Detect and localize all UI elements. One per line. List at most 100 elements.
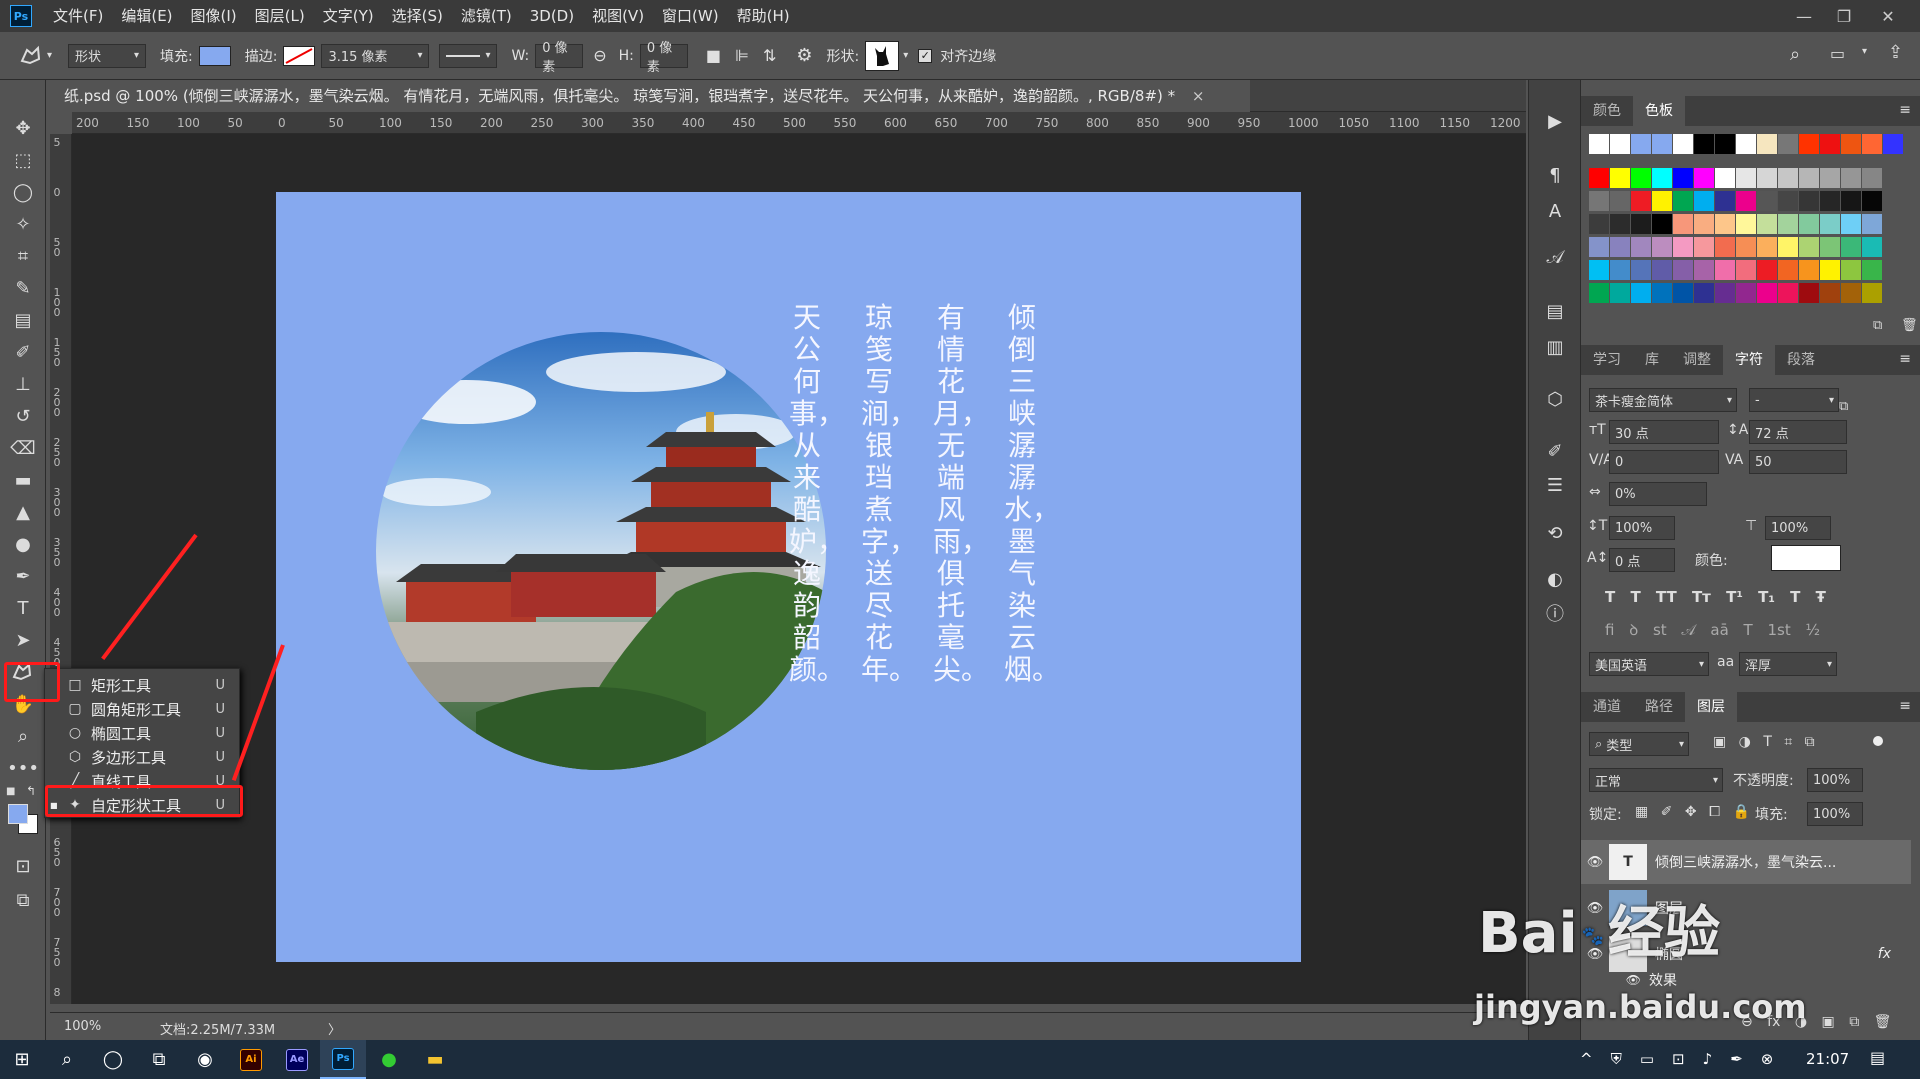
3d-icon[interactable]: ⬡	[1541, 386, 1569, 412]
color-swatch[interactable]	[1631, 283, 1651, 303]
aftereffects-app[interactable]: Ae	[274, 1040, 320, 1079]
color-swatch[interactable]	[1673, 134, 1693, 154]
color-swatch[interactable]	[1589, 237, 1609, 257]
crop-tool-icon[interactable]: ⌗	[8, 242, 38, 270]
path-operations-icon[interactable]: ■	[706, 46, 721, 65]
layer-filter-buttons[interactable]: ▣ ◑ T ⌗ ⧉	[1713, 734, 1815, 750]
move-tool-icon[interactable]: ✥	[8, 114, 38, 142]
menu-item[interactable]: 选择(S)	[383, 0, 452, 32]
document-canvas[interactable]: 倾倒三峡潺潺水，墨气染云烟。 有情花月，无端风雨，俱托毫尖。 琼笺写涧，银珰煮字…	[276, 192, 1301, 962]
stroke-width-field[interactable]: 3.15 像素 ▾	[321, 43, 430, 68]
color-swatch[interactable]	[1841, 260, 1861, 280]
tab-character[interactable]: 字符	[1723, 345, 1775, 375]
eyedropper-icon[interactable]: ✎	[8, 274, 38, 302]
color-swatch[interactable]	[1673, 214, 1693, 234]
layer-fill-field[interactable]: 100%	[1807, 802, 1863, 826]
shape-picker[interactable]	[865, 40, 900, 71]
network-icon[interactable]: ⊡	[1672, 1050, 1685, 1068]
pen-icon[interactable]: ✒	[1730, 1050, 1743, 1068]
color-swatch[interactable]	[1799, 237, 1819, 257]
search-icon[interactable]: ⌕	[44, 1040, 90, 1079]
layer-filter-select[interactable]: ⌕ 类型 ▾	[1589, 732, 1689, 756]
color-swatch[interactable]	[1820, 237, 1840, 257]
color-swatch[interactable]	[1715, 191, 1735, 211]
chrome-icon[interactable]: ◉	[182, 1040, 228, 1079]
windows-start-icon[interactable]: ⊞	[0, 1040, 44, 1079]
color-swatch[interactable]	[1778, 134, 1798, 154]
color-swatch[interactable]	[1757, 214, 1777, 234]
menu-item[interactable]: 图像(I)	[182, 0, 246, 32]
stamp-tool-icon[interactable]: ⊥	[8, 370, 38, 398]
notification-icon[interactable]: ▤	[1870, 1048, 1885, 1067]
path-arrangement-icon[interactable]: ⇅	[763, 46, 776, 65]
brush-tool-icon[interactable]: ✐	[8, 338, 38, 366]
antialias-select[interactable]: 浑厚 ▾	[1739, 652, 1837, 676]
gear-icon[interactable]: ⚙	[796, 45, 812, 66]
mode-select[interactable]: 形状 ▾	[68, 43, 147, 68]
color-swatch[interactable]	[1589, 191, 1609, 211]
color-swatch[interactable]	[1610, 237, 1630, 257]
search-icon[interactable]: ⌕	[1790, 44, 1800, 65]
notes-icon[interactable]: ▥	[1541, 334, 1569, 360]
tab-adjustments[interactable]: 调整	[1671, 345, 1723, 375]
color-swatch[interactable]	[1652, 134, 1672, 154]
tab-paragraph[interactable]: 段落	[1775, 345, 1827, 375]
kerning-field[interactable]: 0	[1609, 450, 1719, 474]
play-icon[interactable]: ▶	[1541, 108, 1569, 134]
color-swatch[interactable]	[1736, 237, 1756, 257]
color-swatch[interactable]	[1715, 134, 1735, 154]
color-swatch[interactable]	[1820, 168, 1840, 188]
tab-learn[interactable]: 学习	[1581, 345, 1633, 375]
color-swatch[interactable]	[1820, 134, 1840, 154]
color-swatch[interactable]	[1736, 168, 1756, 188]
color-swatch[interactable]	[1841, 134, 1861, 154]
vertical-scale-field[interactable]: 100%	[1609, 516, 1675, 540]
paragraph-style-icon[interactable]: ¶	[1541, 162, 1569, 188]
color-swatch[interactable]	[1694, 283, 1714, 303]
color-swatch[interactable]	[1820, 260, 1840, 280]
history-icon[interactable]: ⟲	[1541, 520, 1569, 546]
opacity-field[interactable]: 100%	[1807, 768, 1863, 792]
color-swatch[interactable]	[1736, 260, 1756, 280]
color-swatch[interactable]	[1631, 134, 1651, 154]
color-swatch[interactable]	[1778, 168, 1798, 188]
minimize-button[interactable]: —	[1784, 0, 1824, 32]
color-swatch[interactable]	[1820, 191, 1840, 211]
quick-mask-icon[interactable]: ⊡	[8, 852, 38, 880]
color-swatch[interactable]	[1652, 237, 1672, 257]
color-swatch[interactable]	[1820, 214, 1840, 234]
filter-toggle[interactable]	[1873, 736, 1883, 746]
text-color-swatch[interactable]	[1771, 545, 1841, 571]
clock[interactable]: 21:07	[1806, 1050, 1849, 1068]
color-swatch[interactable]	[1736, 283, 1756, 303]
color-swatch[interactable]	[1841, 191, 1861, 211]
color-swatch[interactable]	[1694, 168, 1714, 188]
swap-colors-icon[interactable]: ↰	[26, 784, 36, 798]
gradient-tool-icon[interactable]: ▬	[8, 466, 38, 494]
font-style-select[interactable]: - ▾	[1749, 388, 1839, 412]
screen-mode-icon[interactable]: ⧉	[8, 886, 38, 914]
workspace-icon[interactable]: ▭	[1830, 44, 1845, 63]
color-swatch[interactable]	[1799, 283, 1819, 303]
color-swatch[interactable]	[1631, 237, 1651, 257]
color-lookup-icon[interactable]: ◐	[1541, 566, 1569, 592]
eraser-tool-icon[interactable]: ⌫	[8, 434, 38, 462]
panel-menu-icon[interactable]: ≡	[1899, 102, 1911, 118]
share-icon[interactable]: ⇪	[1888, 42, 1903, 63]
color-swatch[interactable]	[1799, 168, 1819, 188]
zoom-tool-icon[interactable]: ⌕	[8, 722, 38, 750]
color-swatch[interactable]	[1715, 260, 1735, 280]
color-swatch[interactable]	[1610, 214, 1630, 234]
eye-icon[interactable]: 👁	[1581, 973, 1641, 987]
stroke-swatch[interactable]	[283, 45, 316, 66]
color-swatch[interactable]	[1862, 134, 1882, 154]
color-swatch[interactable]	[1694, 191, 1714, 211]
align-edges-checkbox[interactable]: ✓	[918, 48, 933, 63]
color-swatch[interactable]	[1631, 168, 1651, 188]
link-icon[interactable]: ⊖	[593, 46, 606, 65]
tray-chevron-icon[interactable]: ^	[1580, 1050, 1593, 1068]
character-style-icon[interactable]: A	[1541, 198, 1569, 224]
color-swatch[interactable]	[1673, 191, 1693, 211]
menu-item[interactable]: 帮助(H)	[728, 0, 799, 32]
color-swatch[interactable]	[1736, 214, 1756, 234]
